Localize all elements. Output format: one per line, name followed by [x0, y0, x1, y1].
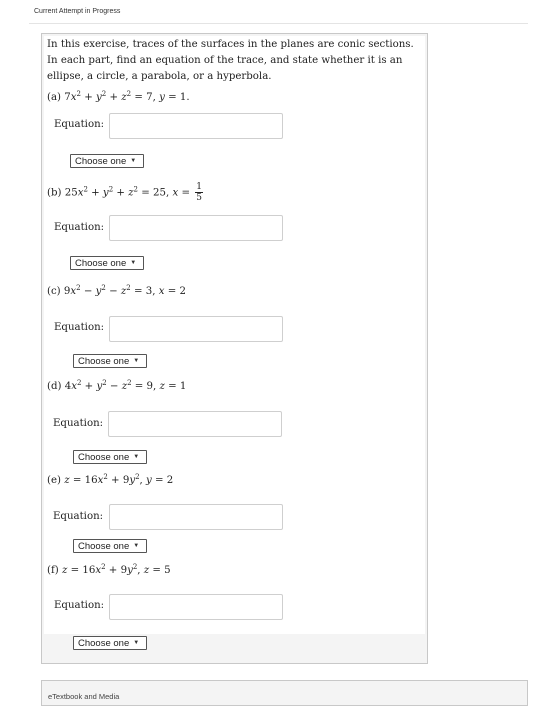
part-a-equation-input[interactable]: [109, 113, 283, 139]
part-e-prompt: (e) z = 16x2 + 9y2, y = 2: [47, 473, 174, 487]
part-c-conic-select[interactable]: Choose one ▼: [73, 354, 147, 368]
part-c-equation-label: Equation:: [54, 322, 105, 333]
part-b-conic-select-value: Choose one: [75, 257, 127, 269]
part-f-conic-select-value: Choose one: [78, 637, 130, 649]
part-b-prompt: (b) 25x2 + y2 + z2 = 25, x = 1 5: [47, 182, 203, 203]
caret-down-icon: ▼: [130, 260, 137, 266]
part-c-equation-input[interactable]: [109, 316, 283, 342]
part-d-conic-select[interactable]: Choose one ▼: [73, 450, 147, 464]
part-e-equation-label: Equation:: [53, 511, 104, 522]
part-a-prompt: (a) 7x2 + y2 + z2 = 7, y = 1.: [47, 90, 190, 104]
part-d-conic-select-value: Choose one: [78, 451, 130, 463]
part-f-equation-label: Equation:: [54, 600, 105, 611]
problem-statement-line: In each part, find an equation of the tr…: [47, 55, 403, 66]
part-f-conic-select[interactable]: Choose one ▼: [73, 636, 147, 650]
fraction-numerator: 1: [195, 182, 203, 193]
part-label: (e): [47, 475, 61, 486]
part-d-equation-input[interactable]: [108, 411, 282, 437]
fraction: 1 5: [195, 182, 203, 203]
part-c-conic-select-value: Choose one: [78, 355, 130, 367]
part-label: (f): [47, 565, 59, 576]
part-c-prompt: (c) 9x2 − y2 − z2 = 3, x = 2: [47, 284, 186, 298]
caret-down-icon: ▼: [133, 358, 140, 364]
part-f-prompt: (f) z = 16x2 + 9y2, z = 5: [47, 563, 171, 577]
part-b-equation-input[interactable]: [109, 215, 283, 241]
problem-statement-line: In this exercise, traces of the surfaces…: [47, 39, 414, 50]
part-f-equation-input[interactable]: [109, 594, 283, 620]
part-a-equation-label: Equation:: [54, 119, 105, 130]
problem-statement: In this exercise, traces of the surfaces…: [47, 37, 422, 85]
header-divider: [29, 23, 528, 24]
fraction-denominator: 5: [196, 193, 202, 203]
part-d-prompt: (d) 4x2 + y2 − z2 = 9, z = 1: [47, 379, 187, 393]
attempt-status-title: Current Attempt in Progress: [34, 8, 121, 15]
part-d-equation-label: Equation:: [53, 418, 104, 429]
caret-down-icon: ▼: [130, 158, 137, 164]
part-a-conic-select[interactable]: Choose one ▼: [70, 154, 144, 168]
part-a-conic-select-value: Choose one: [75, 155, 127, 167]
caret-down-icon: ▼: [133, 543, 140, 549]
part-e-equation-input[interactable]: [109, 504, 283, 530]
part-e-conic-select-value: Choose one: [78, 540, 130, 552]
problem-statement-line: ellipse, a circle, a parabola, or a hype…: [47, 71, 272, 82]
part-b-equation-label: Equation:: [54, 222, 105, 233]
part-label: (d): [47, 381, 62, 392]
part-b-conic-select[interactable]: Choose one ▼: [70, 256, 144, 270]
part-label: (a): [47, 92, 62, 103]
caret-down-icon: ▼: [133, 454, 140, 460]
part-e-conic-select[interactable]: Choose one ▼: [73, 539, 147, 553]
caret-down-icon: ▼: [133, 640, 140, 646]
part-label: (c): [47, 286, 61, 297]
part-label: (b): [47, 187, 62, 199]
